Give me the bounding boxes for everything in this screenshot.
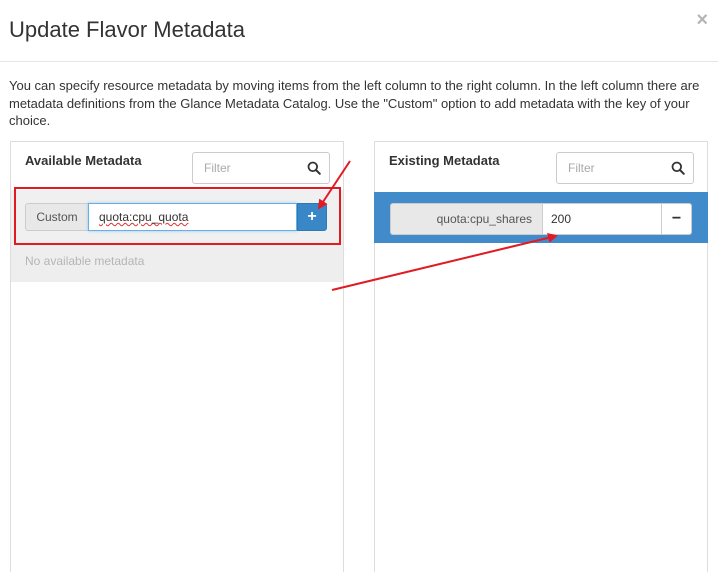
available-filter-input[interactable] (193, 154, 299, 182)
available-filter (192, 152, 330, 184)
search-icon[interactable] (663, 153, 693, 183)
custom-key-value: quota:cpu_quota (99, 210, 189, 224)
remove-metadata-button[interactable]: − (661, 203, 692, 235)
existing-filter (556, 152, 694, 184)
close-icon[interactable]: × (696, 10, 708, 30)
custom-label: Custom (25, 203, 88, 231)
custom-key-input[interactable]: quota:cpu_quota (88, 203, 297, 231)
existing-metadata-key: quota:cpu_shares (390, 203, 542, 235)
existing-metadata-value-input[interactable]: 200 (542, 203, 662, 235)
add-custom-button[interactable]: + (297, 203, 327, 231)
existing-metadata-panel: Existing Metadata quota:cpu_shares 200 − (374, 141, 708, 572)
available-metadata-panel: Available Metadata Custom quota:cpu_quot… (10, 141, 344, 572)
empty-available-message: No available metadata (11, 240, 343, 282)
dialog-description: You can specify resource metadata by mov… (9, 78, 700, 128)
existing-filter-input[interactable] (557, 154, 663, 182)
dialog-title: Update Flavor Metadata (9, 17, 246, 42)
available-metadata-title: Available Metadata (25, 153, 142, 168)
search-icon[interactable] (299, 153, 329, 183)
plus-icon: + (307, 208, 317, 225)
existing-metadata-title: Existing Metadata (389, 153, 500, 168)
modal-header: Update Flavor Metadata × (0, 0, 718, 62)
custom-metadata-row: Custom quota:cpu_quota + (11, 190, 343, 240)
minus-icon: − (671, 210, 682, 227)
existing-metadata-item[interactable]: quota:cpu_shares 200 − (374, 192, 708, 243)
